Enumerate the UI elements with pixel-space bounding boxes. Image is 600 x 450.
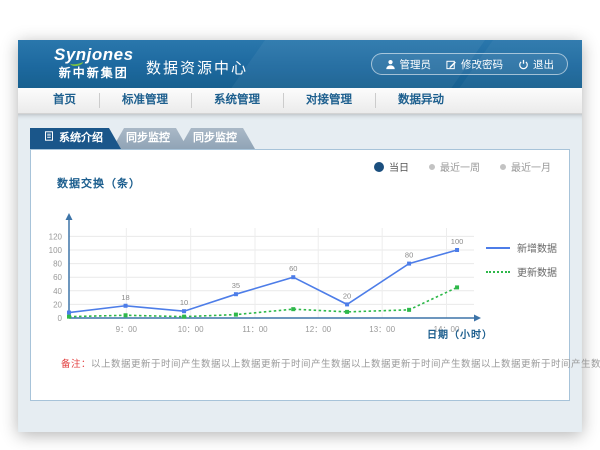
svg-text:20: 20 — [53, 300, 62, 309]
svg-text:80: 80 — [53, 260, 62, 269]
nav-item-interface-mgmt[interactable]: 对接管理 — [283, 88, 375, 113]
content-area: 系统介绍 同步监控 同步监控 当日 最近一周 — [18, 114, 582, 432]
svg-text:35: 35 — [232, 281, 240, 290]
chart-container: 0 20 40 60 80 100 120 9：00 10：00 11：00 12：00 13：00 1… — [39, 190, 539, 360]
footer-note-prefix: 备注： — [61, 359, 91, 370]
tab-bar: 系统介绍 同步监控 同步监控 — [30, 128, 255, 149]
tab-sync-monitor-1[interactable]: 同步监控 — [112, 128, 188, 149]
svg-text:100: 100 — [49, 246, 63, 255]
app-window: Synjones 新中新集团 数据资源中心 管理员 修改密码 — [18, 40, 582, 432]
svg-text:10：00: 10：00 — [178, 325, 204, 334]
svg-text:11：00: 11：00 — [242, 325, 268, 334]
tab-system-intro[interactable]: 系统介绍 — [30, 128, 121, 149]
legend-item-new-data: 新增数据 — [486, 240, 557, 255]
chart-legend: 新增数据 更新数据 — [486, 240, 557, 279]
footer-note: 备注：以上数据更新于时间产生数据以上数据更新于时间产生数据以上数据更新于时间产生… — [61, 356, 600, 370]
radio-today-label: 当日 — [389, 159, 409, 174]
nav-item-home[interactable]: 首页 — [30, 88, 99, 113]
user-menu-admin[interactable]: 管理员 — [385, 57, 432, 72]
svg-text:12：00: 12：00 — [305, 325, 331, 334]
svg-text:10: 10 — [180, 298, 188, 307]
legend-line-solid — [486, 247, 510, 249]
logo-text: Synjones — [54, 45, 134, 65]
svg-text:60: 60 — [53, 273, 62, 282]
svg-text:20: 20 — [343, 291, 351, 300]
document-icon — [44, 128, 54, 149]
logout-button[interactable]: 退出 — [518, 57, 554, 72]
svg-text:13：00: 13：00 — [369, 325, 395, 334]
legend-label-new-data: 新增数据 — [517, 240, 557, 255]
user-menu: 管理员 修改密码 退出 — [371, 53, 569, 75]
radio-today[interactable]: 当日 — [374, 159, 409, 174]
change-password-button[interactable]: 修改密码 — [446, 57, 503, 72]
edit-icon — [446, 59, 457, 70]
y-axis-title: 数据交换（条） — [57, 175, 141, 191]
screen: Synjones 新中新集团 数据资源中心 管理员 修改密码 — [0, 0, 600, 450]
user-icon — [385, 59, 396, 70]
svg-text:0: 0 — [58, 314, 63, 323]
nav-item-data-changes[interactable]: 数据异动 — [375, 88, 467, 113]
chart-panel: 当日 最近一周 最近一月 数据交换（条） 0 20 40 60 80 100 120 9：00… — [30, 149, 570, 401]
radio-last-week[interactable]: 最近一周 — [429, 159, 480, 174]
footer-note-text: 以上数据更新于时间产生数据以上数据更新于时间产生数据以上数据更新于时间产生数据以… — [91, 359, 600, 370]
change-password-label: 修改密码 — [461, 57, 503, 72]
svg-text:120: 120 — [49, 232, 63, 241]
svg-text:日期（小时）: 日期（小时） — [427, 328, 493, 341]
radio-last-week-label: 最近一周 — [440, 159, 480, 174]
radio-last-month-label: 最近一月 — [511, 159, 551, 174]
tab-sync-monitor-2[interactable]: 同步监控 — [179, 128, 255, 149]
logo-subtext: 新中新集团 — [54, 65, 134, 81]
power-icon — [518, 59, 529, 70]
tab-sync-monitor-1-label: 同步监控 — [126, 128, 170, 149]
line-chart: 0 20 40 60 80 100 120 9：00 10：00 11：00 12：00 13：00 1… — [39, 190, 539, 360]
radio-last-month[interactable]: 最近一月 — [500, 159, 551, 174]
user-menu-admin-label: 管理员 — [400, 57, 432, 72]
svg-text:100: 100 — [451, 237, 464, 246]
svg-text:9：00: 9：00 — [116, 325, 138, 334]
nav-item-standard-mgmt[interactable]: 标准管理 — [99, 88, 191, 113]
tab-system-intro-label: 系统介绍 — [59, 128, 103, 149]
svg-text:40: 40 — [53, 287, 62, 296]
legend-item-update-data: 更新数据 — [486, 264, 557, 279]
main-nav: 首页 标准管理 系统管理 对接管理 数据异动 — [18, 88, 582, 114]
app-header: Synjones 新中新集团 数据资源中心 管理员 修改密码 — [18, 40, 582, 88]
page-title: 数据资源中心 — [146, 57, 248, 78]
radio-today-icon — [374, 162, 384, 172]
radio-last-month-icon — [500, 164, 506, 170]
svg-text:80: 80 — [405, 251, 413, 260]
logout-label: 退出 — [533, 57, 554, 72]
legend-label-update-data: 更新数据 — [517, 264, 557, 279]
svg-text:18: 18 — [121, 293, 129, 302]
svg-text:60: 60 — [289, 264, 297, 273]
logo: Synjones 新中新集团 — [54, 45, 134, 81]
legend-line-dotted — [486, 271, 510, 273]
radio-last-week-icon — [429, 164, 435, 170]
tab-sync-monitor-2-label: 同步监控 — [193, 128, 237, 149]
nav-item-system-mgmt[interactable]: 系统管理 — [191, 88, 283, 113]
time-range-filter: 当日 最近一周 最近一月 — [374, 159, 551, 174]
